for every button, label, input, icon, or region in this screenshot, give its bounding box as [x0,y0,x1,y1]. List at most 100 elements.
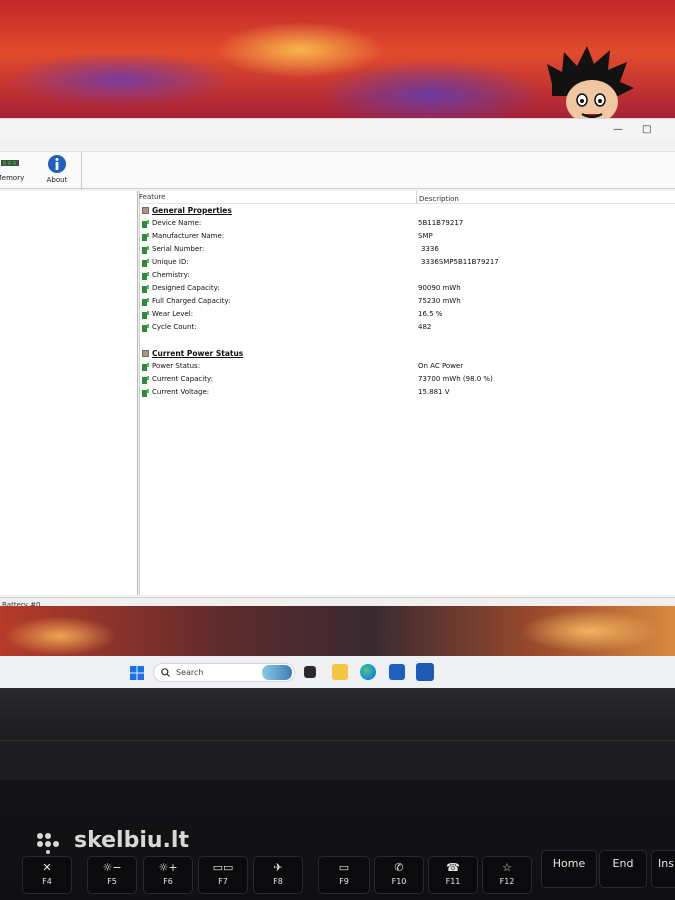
feature-value: 75230 mWh [418,297,461,305]
table-row[interactable]: Designed Capacity: 90090 mWh [140,282,675,295]
widgets-icon[interactable] [262,665,292,680]
column-header-row: Feature Description [139,191,675,204]
battery-info-window: — □ Memory About Feature D [0,118,675,611]
table-row[interactable]: Power Status: On AC Power [140,360,675,373]
key-f9[interactable]: ▭ F9 [318,856,370,894]
key-f5[interactable]: ☼− F5 [87,856,137,894]
memory-button[interactable]: Memory [0,154,32,182]
favorite-star-icon: ☆ [502,861,512,874]
key-f11[interactable]: ☎ F11 [428,856,478,894]
feature-label: Manufacturer Name: [152,232,225,240]
battery-leaf-icon [142,389,149,397]
key-f8[interactable]: ✈ F8 [253,856,303,894]
taskbar-search-input[interactable]: Search [153,663,295,682]
call-answer-icon: ✆ [394,861,404,874]
battery-leaf-icon [142,285,149,293]
table-row[interactable]: Chemistry: [140,269,675,282]
properties-pane[interactable]: Feature Description General Properties D… [139,191,675,595]
section-icon [142,207,149,214]
toolbar: Memory About [0,151,675,190]
taskbar: Search [0,656,675,688]
key-label: F6 [163,877,173,886]
feature-label: Device Name: [152,219,202,227]
section-general-properties[interactable]: General Properties [140,204,440,217]
key-home[interactable]: Home [541,850,597,888]
table-row[interactable]: Serial Number: 3336 [140,243,675,256]
battery-leaf-icon [142,220,149,228]
battery-leaf-icon [142,376,149,384]
key-f7[interactable]: ▭▭ F7 [198,856,248,894]
file-explorer-icon[interactable] [332,664,348,680]
feature-label: Chemistry: [152,271,190,279]
feature-value: 5B11B79217 [418,219,464,227]
airplane-mode-icon: ✈ [273,861,283,874]
mute-mic-icon: ✕ [42,861,52,874]
battery-leaf-icon [142,324,149,332]
minimize-button[interactable]: — [613,124,623,136]
feature-value: 73700 mWh (98.0 %) [418,375,493,383]
start-icon[interactable] [130,666,144,680]
anime-character-image [547,46,634,124]
table-row[interactable]: Unique ID: 3336SMP5B11B79217 [140,256,675,269]
desktop-wallpaper-bottom [0,606,675,658]
maximize-button[interactable]: □ [642,124,651,136]
key-label: F7 [218,877,228,886]
feature-label: Serial Number: [152,245,205,253]
call-end-icon: ☎ [446,861,460,874]
feature-label: Wear Level: [152,310,194,318]
battery-list-pane[interactable] [0,191,138,595]
key-end[interactable]: End [599,850,647,888]
key-label: Ins [658,857,674,870]
key-insert[interactable]: Ins [651,850,675,888]
laptop-hinge [0,740,675,780]
battery-leaf-icon [142,298,149,306]
feature-label: Full Charged Capacity: [152,297,231,305]
key-label: F10 [391,877,407,886]
key-f4[interactable]: ✕ F4 [22,856,72,894]
desktop-wallpaper-top [0,0,675,124]
about-button[interactable]: About [35,154,79,184]
edge-icon[interactable] [360,664,376,680]
table-row[interactable]: Wear Level: 16.5 % [140,308,675,321]
feature-value: 3336SMP5B11B79217 [421,258,499,266]
feature-label: Unique ID: [152,258,189,266]
table-row[interactable]: Cycle Count: 482 [140,321,675,334]
toolbar-divider [81,152,82,190]
table-row[interactable]: Current Voltage: 15.881 V [140,386,675,399]
section-icon [142,350,149,357]
key-label: F4 [42,877,52,886]
window-titlebar: — □ [0,119,675,141]
section-current-power-status[interactable]: Current Power Status [140,347,440,360]
battery-leaf-icon [142,259,149,267]
memory-icon [1,160,19,166]
column-divider[interactable] [416,191,417,204]
key-f6[interactable]: ☼+ F6 [143,856,193,894]
batteryinfoview-icon[interactable] [416,663,434,681]
section-title: General Properties [152,206,232,215]
key-f10[interactable]: ✆ F10 [374,856,424,894]
table-row[interactable]: Manufacturer Name: SMP [140,230,675,243]
memory-label: Memory [0,174,25,182]
brightness-down-icon: ☼− [102,861,122,874]
table-row[interactable]: Current Capacity: 73700 mWh (98.0 %) [140,373,675,386]
section-title: Current Power Status [152,349,244,358]
feature-label: Designed Capacity: [152,284,220,292]
feature-label: Current Capacity: [152,375,213,383]
display-switch-icon: ▭▭ [212,861,234,874]
about-label: About [46,176,68,184]
battery-leaf-icon [142,246,149,254]
store-icon[interactable] [389,664,405,680]
task-view-icon[interactable] [304,666,316,678]
battery-leaf-icon [142,233,149,241]
key-label: F8 [273,877,283,886]
search-placeholder: Search [176,668,204,677]
key-label: F9 [339,877,349,886]
watermark-text: skelbiu.lt [74,828,189,853]
feature-value: On AC Power [418,362,464,370]
column-header-feature[interactable]: Feature [139,191,165,203]
table-row[interactable]: Device Name: 5B11B79217 [140,217,675,230]
key-f12[interactable]: ☆ F12 [482,856,532,894]
battery-leaf-icon [142,272,149,280]
table-row[interactable]: Full Charged Capacity: 75230 mWh [140,295,675,308]
watermark-logo-icon [37,833,59,854]
